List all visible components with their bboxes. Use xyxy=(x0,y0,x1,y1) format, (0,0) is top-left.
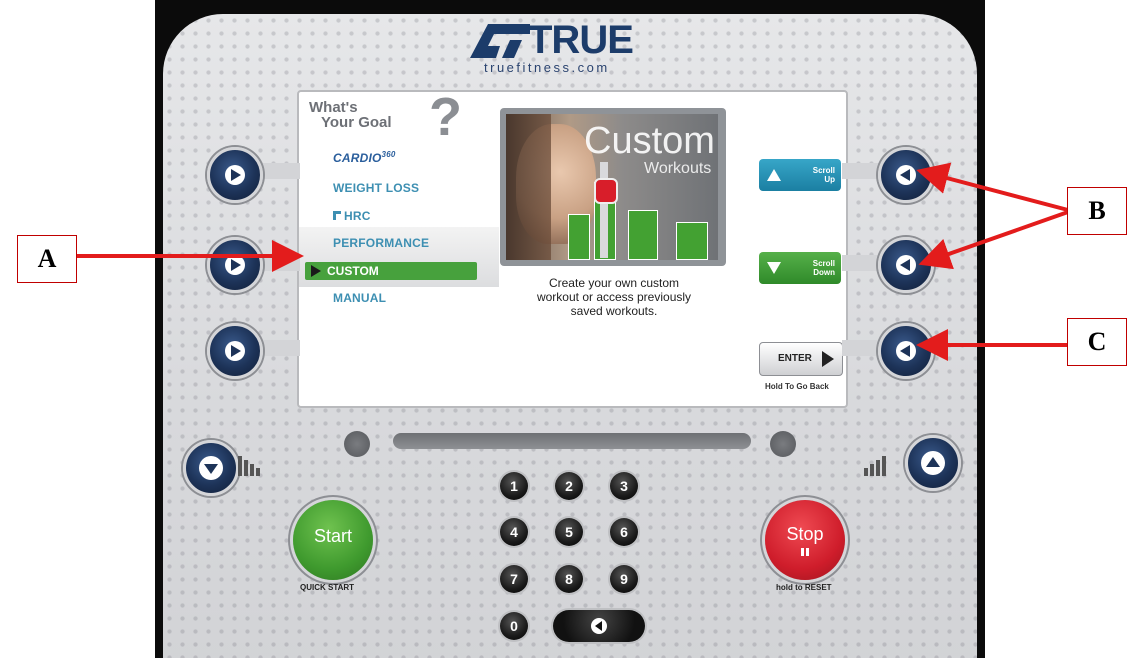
arrow-b-1 xyxy=(916,162,1069,212)
annotation-arrows xyxy=(77,162,1069,361)
arrow-b-2 xyxy=(918,210,1069,270)
callout-a: A xyxy=(17,235,77,283)
callout-c: C xyxy=(1067,318,1127,366)
callout-b: B xyxy=(1067,187,1127,235)
